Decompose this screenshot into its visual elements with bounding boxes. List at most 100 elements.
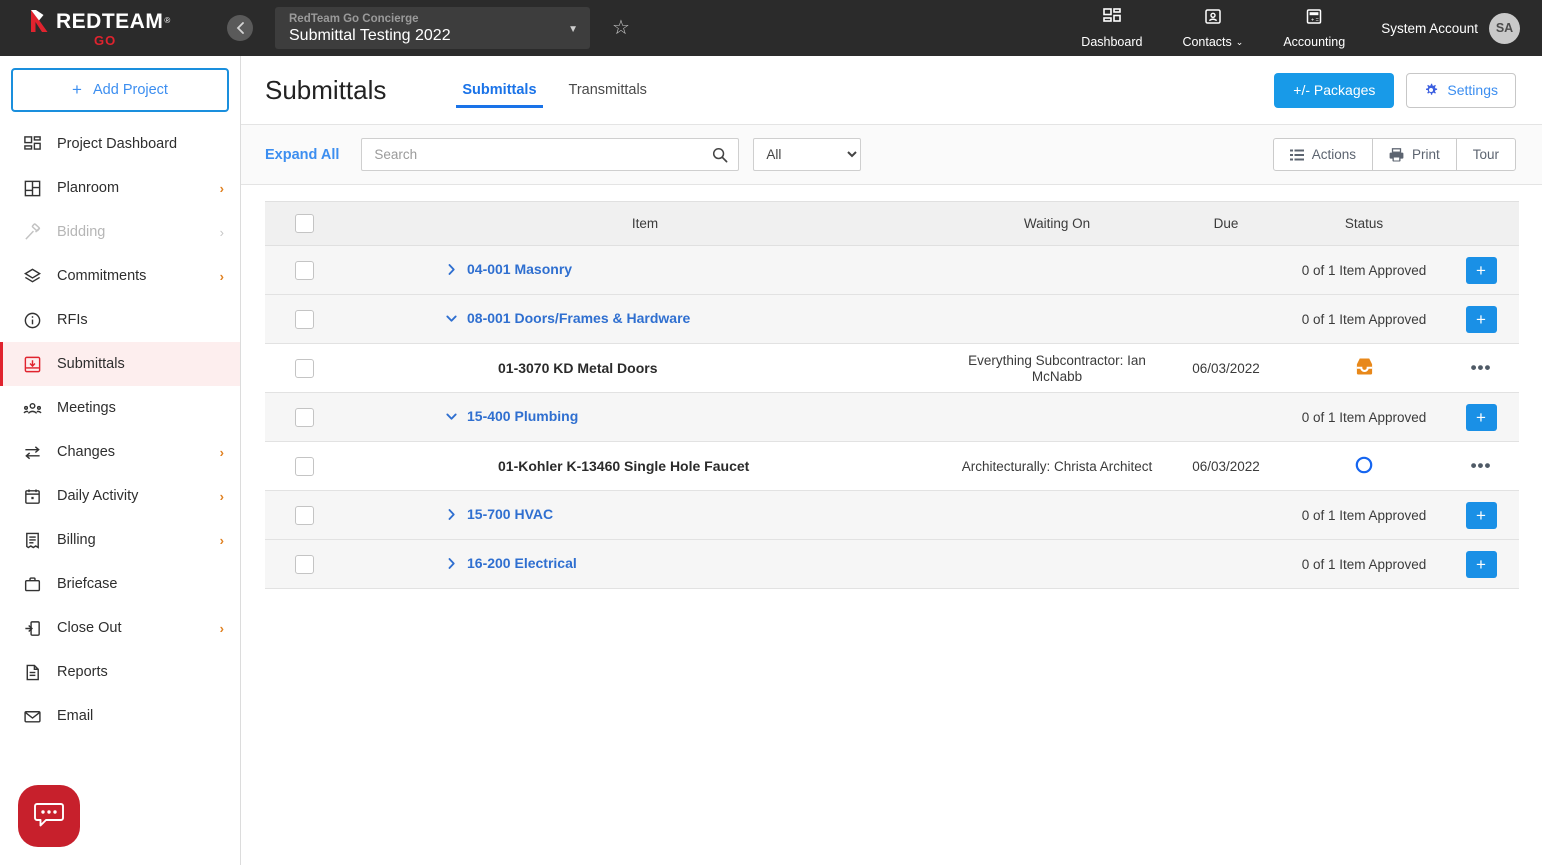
sidebar-item-label: Project Dashboard	[57, 136, 177, 152]
table-row[interactable]: 16-200 Electrical0 of 1 Item Approved+	[265, 540, 1519, 589]
row-action-cell: •••	[1443, 344, 1519, 393]
chevron-down-icon	[445, 312, 458, 325]
sidebar-collapse-button[interactable]	[227, 15, 253, 41]
filter-select[interactable]: All	[753, 138, 861, 171]
item-cell: 04-001 Masonry	[343, 246, 947, 295]
due-cell	[1167, 246, 1285, 295]
tab-submittals[interactable]: Submittals	[446, 56, 552, 125]
add-submittal-button[interactable]: +	[1466, 306, 1497, 333]
item-cell: 01-3070 KD Metal Doors	[343, 344, 947, 393]
sidebar-item-changes[interactable]: Changes›	[0, 430, 240, 474]
circle-outline-icon	[1354, 455, 1374, 475]
row-checkbox[interactable]	[295, 457, 314, 476]
add-submittal-button[interactable]: +	[1466, 404, 1497, 431]
table-row[interactable]: 01-Kohler K-13460 Single Hole FaucetArch…	[265, 442, 1519, 491]
chevron-right-icon: ›	[220, 489, 224, 504]
sidebar-item-label: Submittals	[57, 356, 125, 372]
gavel-icon	[21, 223, 43, 242]
sidebar-item-rfis[interactable]: RFIs	[0, 298, 240, 342]
add-submittal-button[interactable]: +	[1466, 257, 1497, 284]
sidebar-item-briefcase[interactable]: Briefcase	[0, 562, 240, 606]
row-select-cell	[265, 393, 343, 442]
project-name-label: Submittal Testing 2022	[289, 27, 451, 45]
row-checkbox[interactable]	[295, 555, 314, 574]
table-row[interactable]: 04-001 Masonry0 of 1 Item Approved+	[265, 246, 1519, 295]
chevron-right-icon: ›	[220, 533, 224, 548]
group-toggle[interactable]: 08-001 Doors/Frames & Hardware	[445, 310, 690, 326]
select-all-checkbox[interactable]	[295, 214, 314, 233]
topnav-item-dashboard[interactable]: Dashboard	[1061, 0, 1162, 56]
sidebar-item-label: RFIs	[57, 312, 88, 328]
row-checkbox[interactable]	[295, 506, 314, 525]
sidebar-item-label: Briefcase	[57, 576, 117, 592]
search-input[interactable]	[374, 147, 712, 162]
row-checkbox[interactable]	[295, 408, 314, 427]
table-row[interactable]: 08-001 Doors/Frames & Hardware 0 of 1 Ite…	[265, 295, 1519, 344]
status-cell	[1285, 442, 1443, 491]
project-selector[interactable]: RedTeam Go Concierge Submittal Testing 2…	[275, 7, 590, 49]
add-submittal-button[interactable]: +	[1466, 551, 1497, 578]
status-badge: 0 of 1 Item Approved	[1302, 312, 1427, 327]
row-checkbox[interactable]	[295, 310, 314, 329]
tour-button[interactable]: Tour	[1456, 138, 1516, 171]
sidebar-item-commitments[interactable]: Commitments›	[0, 254, 240, 298]
row-checkbox[interactable]	[295, 261, 314, 280]
envelope-icon	[21, 707, 43, 726]
chevron-down-icon	[445, 410, 458, 423]
chevron-right-icon: ›	[220, 445, 224, 460]
row-more-menu-button[interactable]: •••	[1471, 456, 1492, 476]
sidebar-item-billing[interactable]: Billing›	[0, 518, 240, 562]
group-toggle[interactable]: 16-200 Electrical	[445, 555, 577, 571]
waiting-on-cell: Architecturally: Christa Architect	[947, 442, 1167, 491]
search-icon[interactable]	[712, 147, 728, 163]
chevron-down-icon: ▼	[568, 24, 578, 35]
favorite-star-icon[interactable]: ☆	[612, 18, 630, 38]
status-badge: 0 of 1 Item Approved	[1302, 508, 1427, 523]
row-more-menu-button[interactable]: •••	[1471, 358, 1492, 378]
table-row[interactable]: 15-400 Plumbing0 of 1 Item Approved+	[265, 393, 1519, 442]
brand-logo[interactable]: REDTEAM ® GO	[0, 0, 225, 56]
sidebar-item-email[interactable]: Email	[0, 694, 240, 738]
meetings-people-icon	[21, 399, 43, 418]
top-navigation: Dashboard Contacts ⌄ + =	[1061, 0, 1542, 56]
sidebar-nav-list: Project Dashboard Planroom›Bidding›Commit…	[0, 122, 240, 738]
group-toggle[interactable]: 04-001 Masonry	[445, 261, 572, 277]
sidebar-item-planroom[interactable]: Planroom›	[0, 166, 240, 210]
row-checkbox[interactable]	[295, 359, 314, 378]
chevron-right-icon: ›	[220, 225, 224, 240]
sidebar-item-project-dashboard[interactable]: Project Dashboard	[0, 122, 240, 166]
inbox-tray-icon	[1354, 357, 1375, 376]
group-toggle[interactable]: 15-400 Plumbing	[445, 408, 578, 424]
item-name-text: 01-3070 KD Metal Doors	[343, 360, 658, 376]
topnav-item-accounting[interactable]: + = Accounting	[1263, 0, 1365, 56]
group-toggle[interactable]: 15-700 HVAC	[445, 506, 553, 522]
actions-button[interactable]: Actions	[1273, 138, 1373, 171]
chat-widget-button[interactable]	[18, 785, 80, 847]
topnav-item-contacts[interactable]: Contacts ⌄	[1162, 0, 1263, 56]
expand-all-button[interactable]: Expand All	[265, 147, 339, 163]
sidebar-item-close-out[interactable]: Close Out›	[0, 606, 240, 650]
sidebar-item-submittals[interactable]: Submittals	[0, 342, 240, 386]
sidebar-item-meetings[interactable]: Meetings	[0, 386, 240, 430]
search-box[interactable]	[361, 138, 739, 171]
sidebar-item-daily-activity[interactable]: Daily Activity›	[0, 474, 240, 518]
user-menu[interactable]: System Account SA	[1381, 13, 1520, 44]
chevron-right-icon: ›	[220, 621, 224, 636]
sidebar-item-label: Email	[57, 708, 93, 724]
topnav-label-contacts: Contacts	[1182, 35, 1231, 49]
add-project-button[interactable]: + Add Project	[11, 68, 229, 112]
print-button[interactable]: Print	[1372, 138, 1457, 171]
waiting-on-cell	[947, 246, 1167, 295]
packages-button[interactable]: +/- Packages	[1274, 73, 1394, 108]
add-submittal-button[interactable]: +	[1466, 502, 1497, 529]
item-cell: 01-Kohler K-13460 Single Hole Faucet	[343, 442, 947, 491]
user-name-label: System Account	[1381, 21, 1478, 36]
table-row[interactable]: 15-700 HVAC 0 of 1 Item Approved +	[265, 491, 1519, 540]
gear-icon	[1424, 83, 1438, 97]
sidebar-item-reports[interactable]: Reports	[0, 650, 240, 694]
tab-transmittals[interactable]: Transmittals	[553, 56, 663, 125]
table-row[interactable]: 01-3070 KD Metal DoorsEverything Subcont…	[265, 344, 1519, 393]
settings-button[interactable]: Settings	[1406, 73, 1516, 108]
row-action-cell: +	[1443, 295, 1519, 344]
sidebar-item-bidding: Bidding›	[0, 210, 240, 254]
